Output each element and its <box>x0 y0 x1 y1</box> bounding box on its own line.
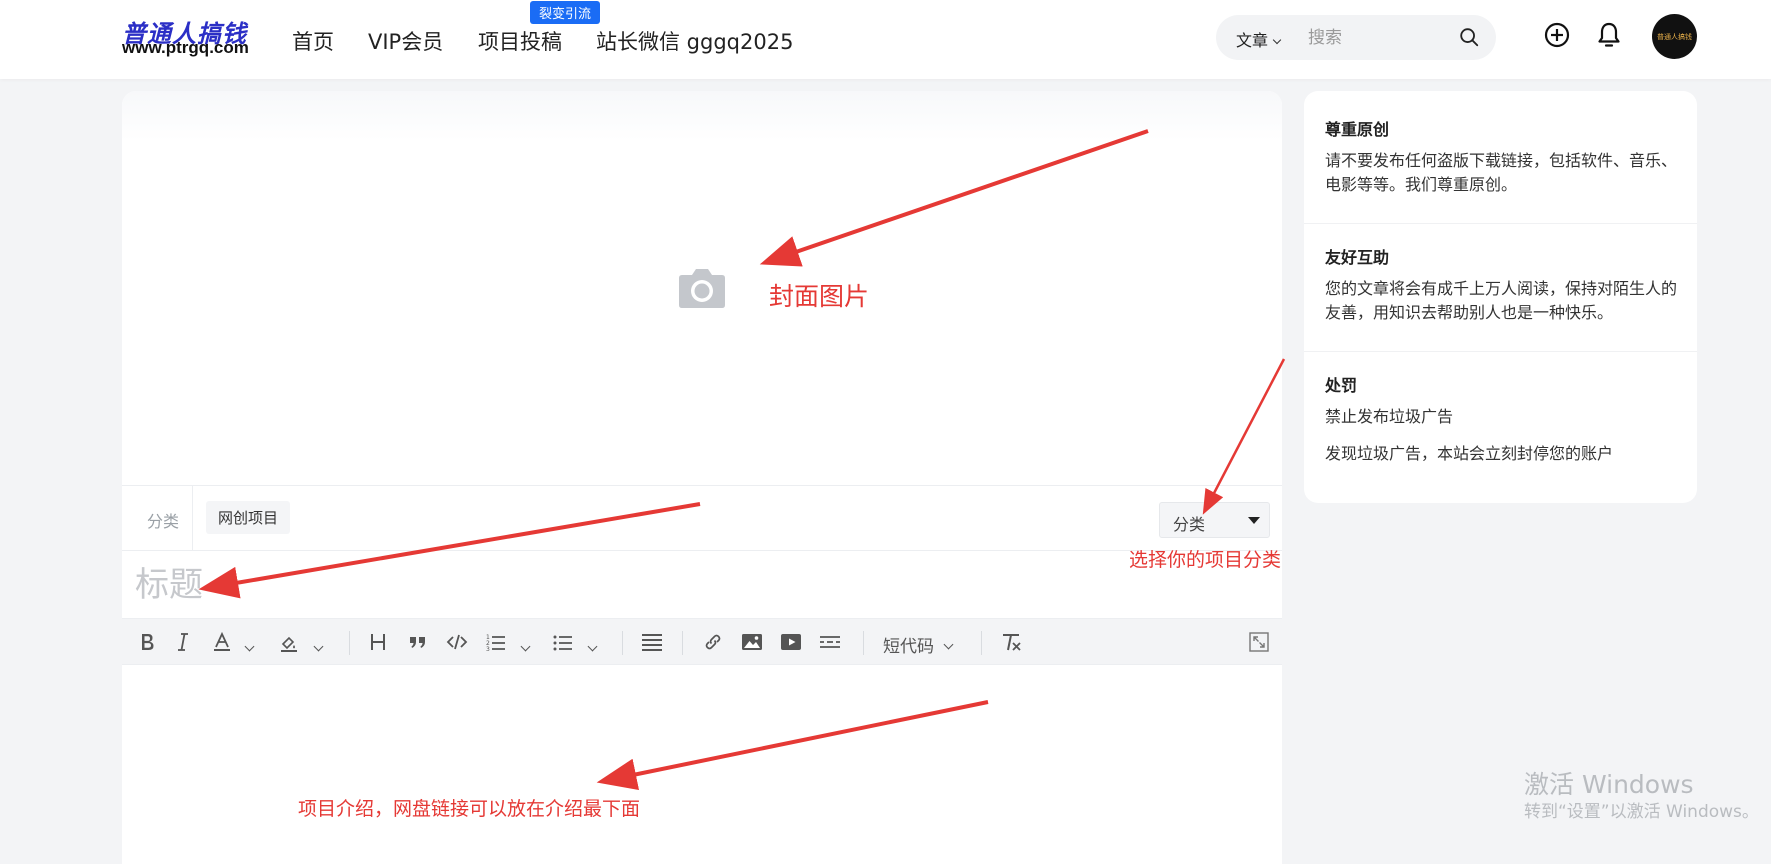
cover-image-upload[interactable] <box>122 91 1282 486</box>
link-icon[interactable] <box>702 631 724 653</box>
search-bar: 文章 <box>1216 15 1496 60</box>
site-header: 普通人搞钱 www.ptrgq.com 首页 VIP会员 项目投稿 裂变引流 站… <box>0 0 1771 79</box>
bullet-list-icon[interactable] <box>552 631 574 653</box>
shortcode-dropdown[interactable]: 短代码 <box>883 632 954 657</box>
quote-icon[interactable] <box>407 631 429 653</box>
annotation-category: 选择你的项目分类 <box>1129 549 1282 571</box>
rule-title: 友好互助 <box>1325 248 1390 267</box>
toolbar-divider <box>981 631 982 655</box>
highlight-icon[interactable] <box>278 631 300 653</box>
posting-rules-panel: 尊重原创 请不要发布任何盗版下载链接，包括软件、音乐、电影等等。我们尊重原创。 … <box>1304 91 1697 503</box>
category-label: 分类 <box>147 512 180 531</box>
nav-vip[interactable]: VIP会员 <box>368 26 443 56</box>
nav-wechat[interactable]: 站长微信 gggq2025 <box>596 26 793 56</box>
chevron-down-icon <box>1272 35 1282 45</box>
svg-text:3: 3 <box>486 646 490 653</box>
category-tag[interactable]: 网创项目 <box>206 501 291 534</box>
video-icon[interactable] <box>780 631 802 653</box>
font-color-icon[interactable] <box>211 631 233 653</box>
toolbar-divider <box>349 631 350 655</box>
title-input[interactable] <box>135 563 1235 607</box>
bell-icon[interactable] <box>1595 21 1623 49</box>
camera-icon <box>679 269 725 308</box>
heading-icon[interactable] <box>367 631 389 653</box>
bold-icon[interactable] <box>136 631 158 653</box>
clear-format-icon[interactable] <box>1000 631 1022 653</box>
code-icon[interactable] <box>446 631 468 653</box>
caret-down-icon <box>1248 517 1260 524</box>
divider <box>1304 223 1697 224</box>
rule-text: 您的文章将会有成千上万人阅读，保持对陌生人的友善，用知识去帮助别人也是一种快乐。 <box>1325 279 1678 322</box>
logo-url: www.ptrgq.com <box>122 38 249 57</box>
chevron-down-icon <box>943 639 954 650</box>
search-type-dropdown[interactable]: 文章 <box>1236 27 1282 51</box>
title-row <box>122 551 1282 618</box>
site-logo[interactable]: 普通人搞钱 www.ptrgq.com <box>122 14 257 58</box>
editor-toolbar: 123 短代码 <box>122 618 1282 665</box>
image-icon[interactable] <box>741 631 763 653</box>
toolbar-divider <box>682 631 683 655</box>
search-type-label: 文章 <box>1236 31 1269 50</box>
windows-watermark-title: 激活 Windows <box>1524 770 1694 799</box>
content-editor[interactable] <box>122 665 1282 864</box>
fullscreen-icon[interactable] <box>1248 631 1270 653</box>
divider <box>1304 351 1697 352</box>
search-input[interactable] <box>1308 25 1458 50</box>
search-icon[interactable] <box>1458 26 1480 48</box>
nav-submit-project[interactable]: 项目投稿 <box>478 26 562 56</box>
chevron-down-icon[interactable] <box>520 635 531 657</box>
annotation-cover: 封面图片 <box>769 282 870 311</box>
rule-title: 处罚 <box>1325 376 1358 395</box>
align-justify-icon[interactable] <box>641 631 663 653</box>
category-row: 分类 网创项目 分类 <box>122 486 1282 551</box>
rule-text: 禁止发布垃圾广告 <box>1325 407 1454 426</box>
chevron-down-icon[interactable] <box>244 635 255 657</box>
windows-watermark-text: 转到“设置”以激活 Windows。 <box>1524 802 1759 822</box>
avatar[interactable]: 普通人搞钱 <box>1652 14 1697 59</box>
post-editor: 分类 网创项目 分类 123 短代码 <box>122 91 1282 864</box>
nav-home[interactable]: 首页 <box>292 26 334 56</box>
chevron-down-icon[interactable] <box>587 635 598 657</box>
horizontal-rule-icon[interactable] <box>819 631 841 653</box>
rule-title: 尊重原创 <box>1325 120 1390 139</box>
category-select-label: 分类 <box>1173 515 1206 534</box>
chevron-down-icon[interactable] <box>313 635 324 657</box>
category-select[interactable]: 分类 <box>1159 502 1270 538</box>
shortcode-label: 短代码 <box>883 637 934 657</box>
divider <box>192 486 193 551</box>
nav-badge: 裂变引流 <box>530 1 601 24</box>
ordered-list-icon[interactable]: 123 <box>485 631 507 653</box>
avatar-text: 普通人搞钱 <box>1657 33 1692 41</box>
rule-text: 发现垃圾广告，本站会立刻封停您的账户 <box>1325 444 1614 463</box>
italic-icon[interactable] <box>172 631 194 653</box>
rule-text: 请不要发布任何盗版下载链接，包括软件、音乐、电影等等。我们尊重原创。 <box>1325 151 1678 194</box>
toolbar-divider <box>863 631 864 655</box>
toolbar-divider <box>622 631 623 655</box>
annotation-intro: 项目介绍，网盘链接可以放在介绍最下面 <box>298 798 641 820</box>
add-icon[interactable] <box>1543 21 1571 49</box>
